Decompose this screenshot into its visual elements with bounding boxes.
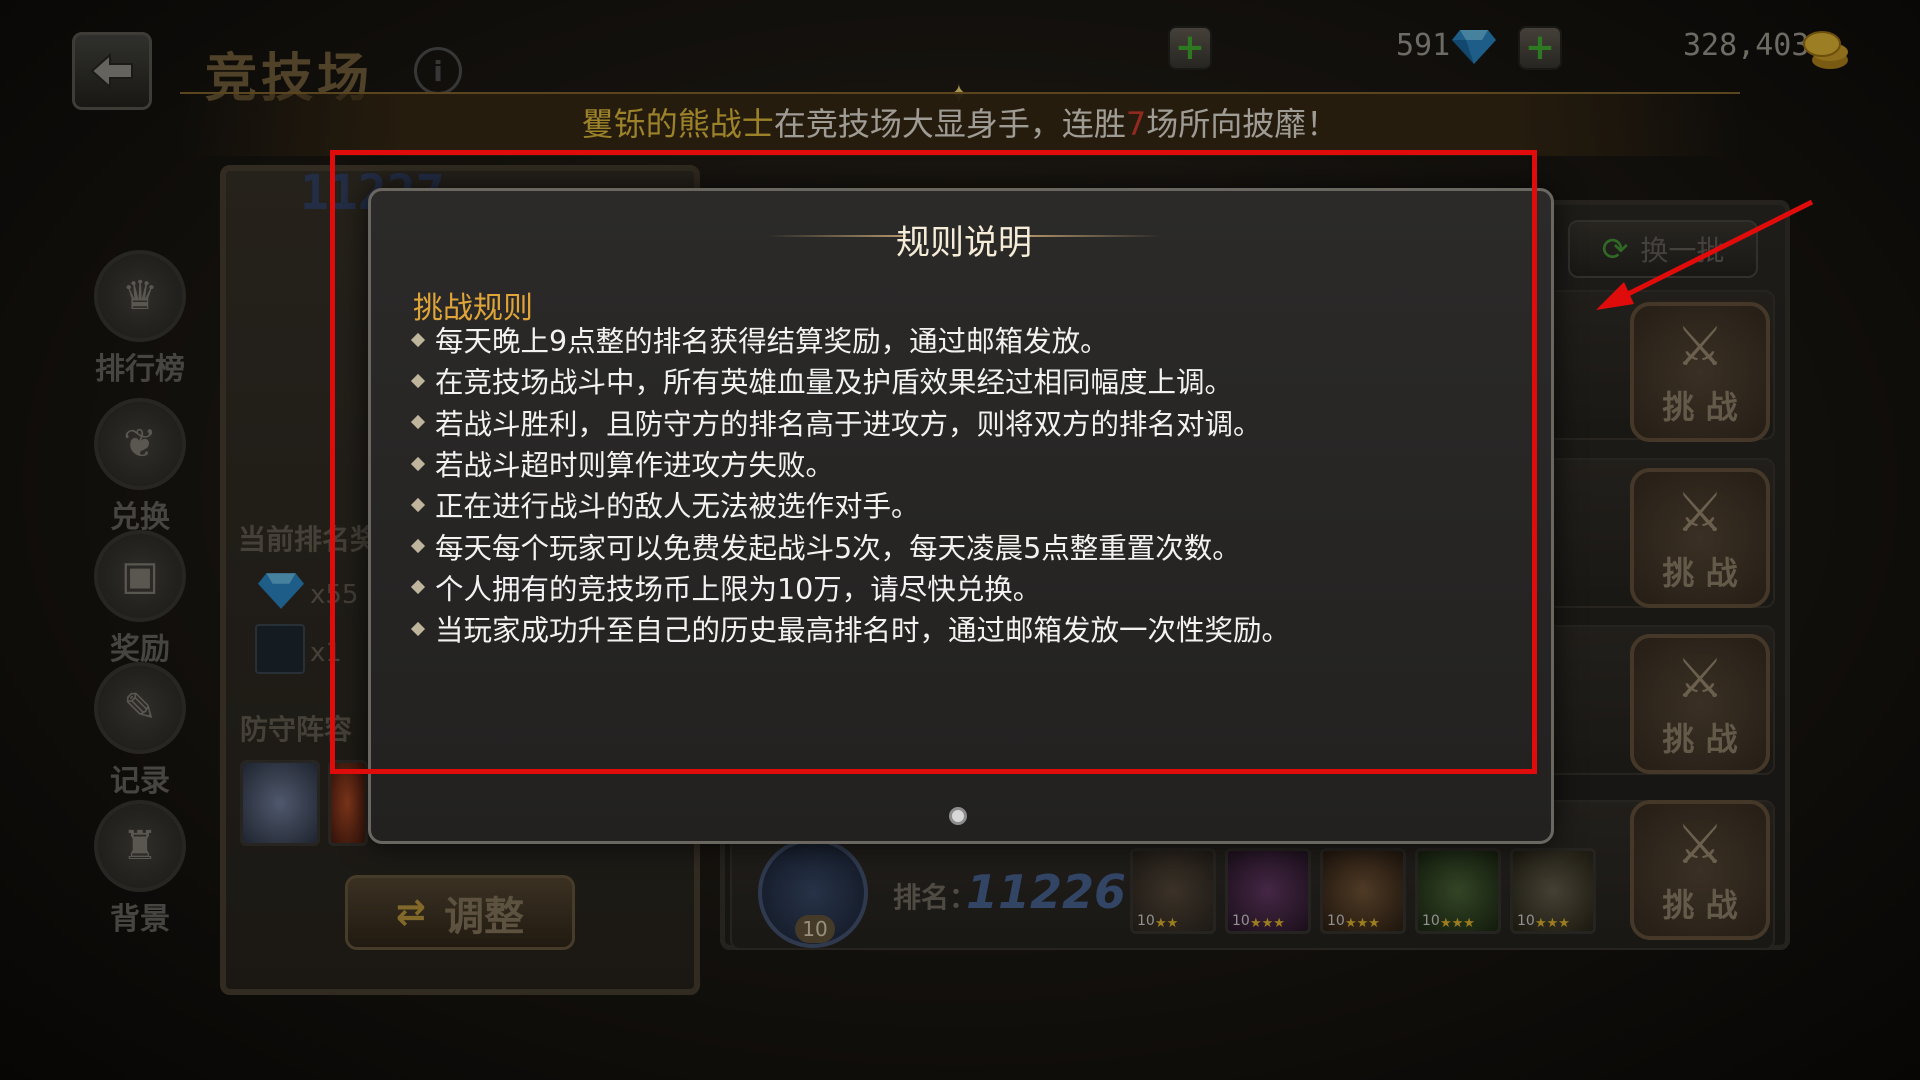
annotation-highlight-box	[330, 150, 1537, 774]
annotation-arrow-icon	[1596, 199, 1814, 310]
page-indicator-dot[interactable]	[949, 807, 967, 825]
